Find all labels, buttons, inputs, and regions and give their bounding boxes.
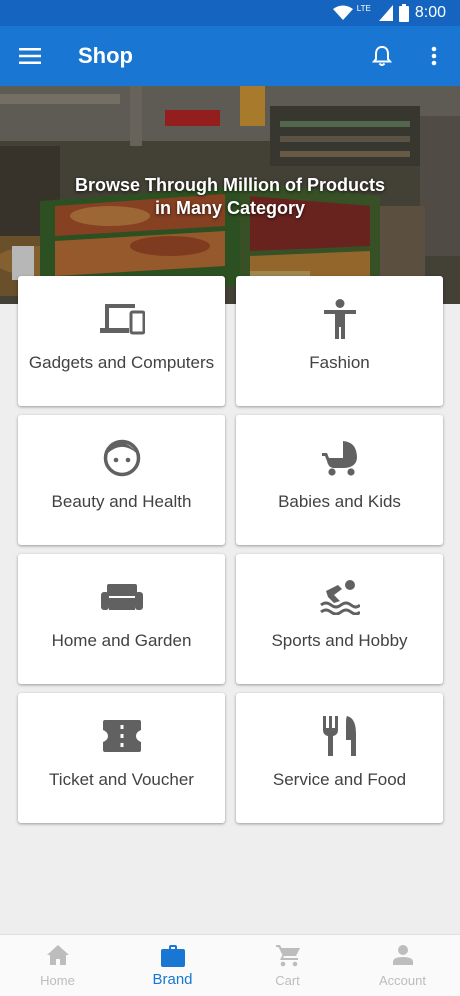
category-label: Gadgets and Computers <box>28 353 215 372</box>
nav-cart[interactable]: Cart <box>230 935 345 996</box>
nav-brand[interactable]: Brand <box>115 935 230 996</box>
person-icon <box>236 298 443 340</box>
ticket-icon <box>18 715 225 757</box>
battery-icon <box>398 4 409 22</box>
category-card-ticket[interactable]: Ticket and Voucher <box>18 693 225 823</box>
category-label: Ticket and Voucher <box>49 770 194 789</box>
more-options-button[interactable] <box>418 40 450 72</box>
category-card-home[interactable]: Home and Garden <box>18 554 225 684</box>
nav-label: Account <box>379 973 426 988</box>
pool-icon <box>236 576 443 618</box>
wifi-icon <box>332 5 353 20</box>
person-icon <box>345 945 460 969</box>
page-title: Shop <box>78 43 133 68</box>
category-card-service[interactable]: Service and Food <box>236 693 443 823</box>
category-label: Service and Food <box>272 770 407 789</box>
notifications-button[interactable] <box>366 40 398 72</box>
sofa-icon <box>18 576 225 618</box>
status-time: 8:00 <box>414 4 446 21</box>
nav-home[interactable]: Home <box>0 935 115 996</box>
menu-icon <box>19 48 41 64</box>
stroller-icon <box>236 437 443 479</box>
nav-label: Home <box>40 973 75 988</box>
bell-icon <box>372 45 392 66</box>
nav-account[interactable]: Account <box>345 935 460 996</box>
network-label: LTE <box>356 3 371 13</box>
category-card-gadgets[interactable]: Gadgets and Computers <box>18 276 225 406</box>
more-vert-icon <box>431 46 437 66</box>
cart-icon <box>230 945 345 969</box>
hero-headline: Browse Through Million of Products in Ma… <box>0 174 460 220</box>
category-card-beauty[interactable]: Beauty and Health <box>18 415 225 545</box>
hero-line-2: in Many Category <box>154 198 306 218</box>
category-card-babies[interactable]: Babies and Kids <box>236 415 443 545</box>
home-icon <box>0 945 115 969</box>
briefcase-icon <box>115 945 230 969</box>
signal-icon <box>378 5 393 21</box>
category-label: Home and Garden <box>51 631 192 650</box>
category-label: Babies and Kids <box>278 492 401 511</box>
devices-icon <box>18 298 225 340</box>
category-label: Beauty and Health <box>51 492 192 511</box>
hero-banner: Browse Through Million of Products in Ma… <box>0 86 460 304</box>
menu-button[interactable] <box>14 40 46 72</box>
restaurant-icon <box>236 715 443 757</box>
status-bar: LTE 8:00 <box>0 0 460 26</box>
face-icon <box>18 437 225 479</box>
nav-label: Brand <box>152 971 193 988</box>
bottom-navigation: Home Brand Cart Account <box>0 934 460 996</box>
category-label: Fashion <box>309 353 370 372</box>
category-card-sports[interactable]: Sports and Hobby <box>236 554 443 684</box>
status-icons: LTE 8:00 <box>332 3 446 23</box>
nav-label: Cart <box>275 973 300 988</box>
category-label: Sports and Hobby <box>271 631 408 650</box>
hero-line-1: Browse Through Million of Products <box>75 175 385 195</box>
app-bar: Shop <box>0 26 460 86</box>
category-card-fashion[interactable]: Fashion <box>236 276 443 406</box>
